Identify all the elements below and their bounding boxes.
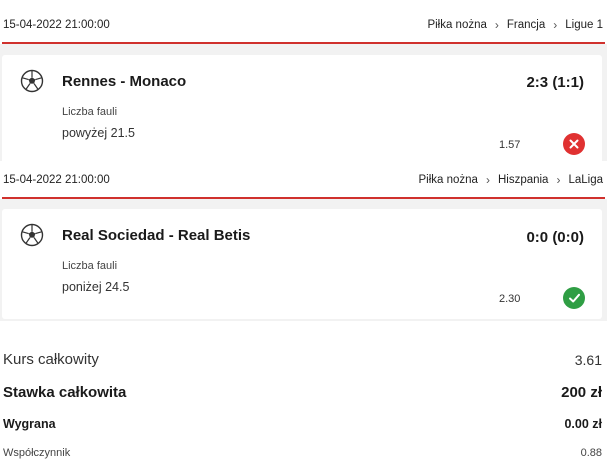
- chevron-right-icon: ›: [556, 173, 561, 187]
- bet-card: Rennes - Monaco 2:3 (1:1) Liczba fauli p…: [2, 55, 602, 164]
- win-label: Wygrana: [3, 417, 56, 431]
- total-odds-label: Kurs całkowity: [3, 351, 99, 368]
- total-stake-row: Stawka całkowita 200 zł: [3, 384, 602, 401]
- total-odds-value: 3.61: [574, 351, 602, 368]
- breadcrumb-country[interactable]: Hiszpania: [498, 174, 549, 186]
- breadcrumb-sport[interactable]: Piłka nożna: [418, 174, 477, 186]
- match-score: 0:0 (0:0): [526, 229, 584, 246]
- total-stake-label: Stawka całkowita: [3, 384, 127, 401]
- bet-header: 15-04-2022 21:00:00 Piłka nożna › Hiszpa…: [0, 161, 607, 199]
- bet-header: 15-04-2022 21:00:00 Piłka nożna › Francj…: [0, 6, 607, 44]
- match-teams[interactable]: Real Sociedad - Real Betis: [62, 227, 250, 244]
- header-divider: [2, 197, 605, 199]
- header-divider: [2, 42, 605, 44]
- market-name: Liczba fauli: [62, 106, 118, 118]
- lost-status-icon: [563, 133, 585, 155]
- win-row: Wygrana 0.00 zł: [3, 417, 602, 431]
- won-status-icon: [563, 287, 585, 309]
- football-icon: [20, 69, 44, 93]
- bet-odds: 1.57: [499, 139, 521, 151]
- total-odds-row: Kurs całkowity 3.61: [3, 351, 602, 368]
- chevron-right-icon: ›: [485, 173, 490, 187]
- win-value: 0.00 zł: [564, 417, 602, 431]
- bet-card: Real Sociedad - Real Betis 0:0 (0:0) Lic…: [2, 209, 602, 319]
- chevron-right-icon: ›: [494, 18, 499, 32]
- coefficient-value: 0.88: [580, 447, 602, 459]
- coefficient-label: Współczynnik: [3, 447, 71, 459]
- football-icon: [20, 223, 44, 247]
- breadcrumb-league[interactable]: LaLiga: [568, 174, 603, 186]
- bet-pick: poniżej 24.5: [62, 280, 130, 294]
- chevron-right-icon: ›: [553, 18, 558, 32]
- breadcrumb: Piłka nożna › Hiszpania › LaLiga: [418, 173, 603, 187]
- match-score: 2:3 (1:1): [526, 74, 584, 91]
- market-name: Liczba fauli: [62, 260, 118, 272]
- bet-datetime: 15-04-2022 21:00:00: [3, 19, 110, 31]
- breadcrumb-sport[interactable]: Piłka nożna: [427, 19, 486, 31]
- breadcrumb: Piłka nożna › Francja › Ligue 1: [427, 18, 603, 32]
- coefficient-row: Współczynnik 0.88: [3, 447, 602, 459]
- match-teams[interactable]: Rennes - Monaco: [62, 73, 186, 90]
- breadcrumb-league[interactable]: Ligue 1: [565, 19, 603, 31]
- bet-pick: powyżej 21.5: [62, 126, 135, 140]
- bet-odds: 2.30: [499, 293, 521, 305]
- bet-datetime: 15-04-2022 21:00:00: [3, 174, 110, 186]
- total-stake-value: 200 zł: [561, 384, 602, 401]
- breadcrumb-country[interactable]: Francja: [507, 19, 545, 31]
